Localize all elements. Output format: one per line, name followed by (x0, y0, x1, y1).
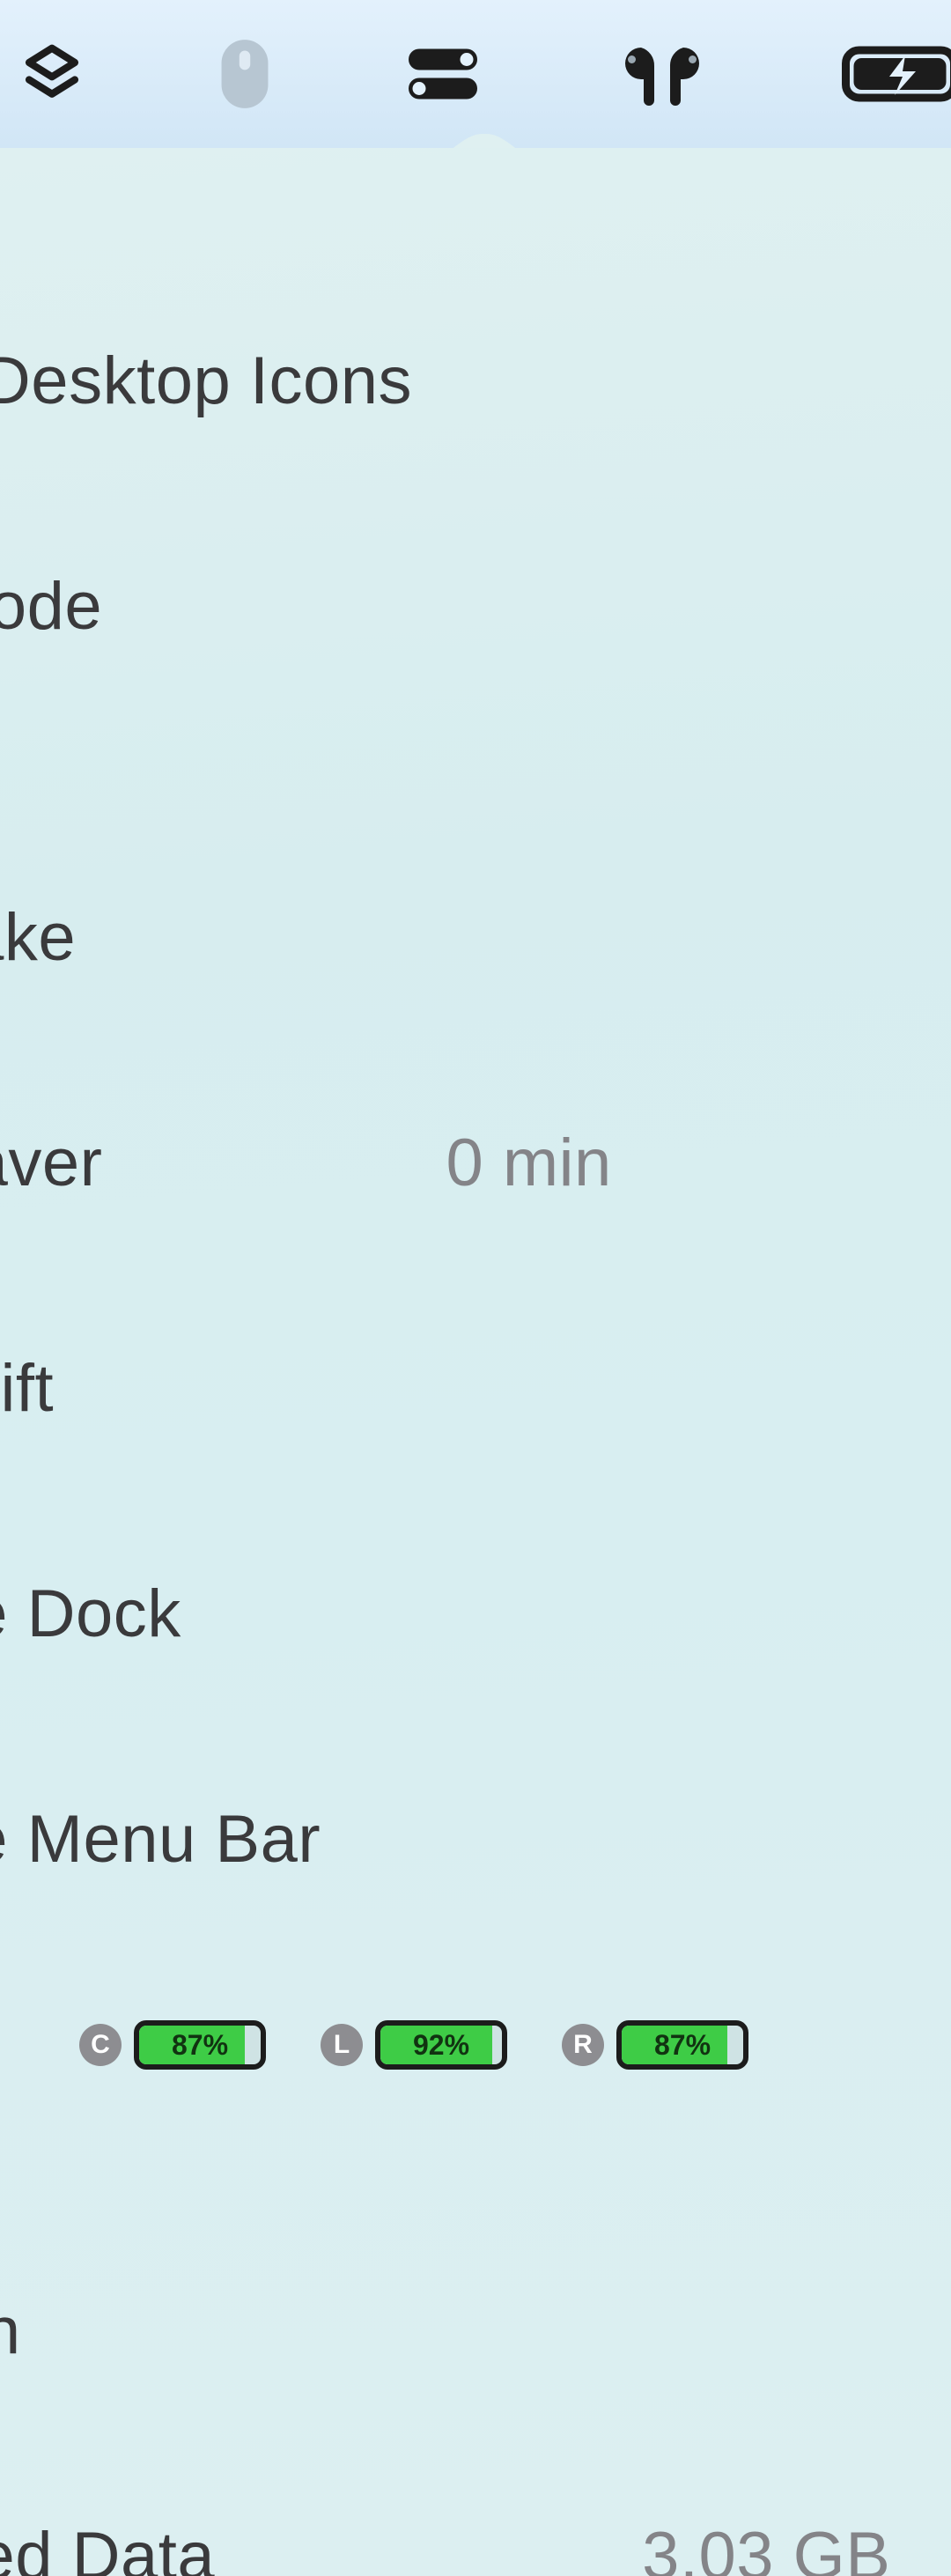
toggle-pair-icon[interactable] (403, 42, 483, 106)
menu-item-hide-dock[interactable]: Autohide Dock (0, 1557, 951, 1670)
airpods-battery-row: C 87% L 92% R 87% (0, 2019, 951, 2071)
menu-item-keep-awake[interactable]: Keep Awake (0, 881, 951, 993)
menu-item-value: 3.03 GB (642, 2518, 890, 2576)
battery-pill: 87% (616, 2020, 748, 2070)
menu-item-screen-saver[interactable]: Screen Saver 0 min (0, 1106, 951, 1219)
menu-item-bluetooth[interactable]: Bluetooth (0, 2274, 951, 2387)
menu-item-label: Hide Desktop Icons (0, 343, 412, 419)
menu-item-dark-mode[interactable]: Dark Mode (0, 550, 951, 662)
menu-item-label: Keep Awake (0, 899, 76, 976)
menu-item-value: 0 min (446, 1125, 611, 1201)
battery-label-right: R (562, 2024, 604, 2066)
airpods-case-battery: C 87% (79, 2020, 266, 2070)
battery-label-case: C (79, 2024, 122, 2066)
menu-item-night-shift[interactable]: Night Shift (0, 1332, 951, 1444)
menu-item-label: Bluetooth (0, 2292, 21, 2369)
menu-item-label: Xcode Derived Data (0, 2518, 215, 2576)
battery-percent: 87% (139, 2026, 261, 2064)
battery-charging-icon[interactable] (842, 42, 951, 106)
menu-item-label: Screen Saver (0, 1125, 102, 1201)
airpods-right-battery: R 87% (562, 2020, 748, 2070)
menu-item-label: Autohide Dock (0, 1576, 181, 1652)
menu-item-derived-data[interactable]: Xcode Derived Data 3.03 GB (0, 2499, 951, 2576)
menu-item-label: Night Shift (0, 1350, 54, 1427)
battery-pill: 92% (375, 2020, 507, 2070)
menu-bar (0, 0, 951, 148)
battery-percent: 92% (380, 2026, 502, 2064)
menu-item-hide-menubar[interactable]: Autohide Menu Bar (0, 1783, 951, 1895)
battery-label-left: L (321, 2024, 363, 2066)
airpods-left-battery: L 92% (321, 2020, 507, 2070)
menu-item-label: Dark Mode (0, 568, 102, 645)
battery-percent: 87% (622, 2026, 743, 2064)
menu-separator (0, 775, 951, 881)
layers-icon[interactable] (18, 40, 86, 108)
dropdown-panel: Hide Desktop Icons Dark Mode Keep Awake … (0, 148, 951, 2576)
airpods-icon[interactable] (615, 40, 710, 108)
mouse-icon[interactable] (218, 37, 271, 111)
battery-pill: 87% (134, 2020, 266, 2070)
menu-item-label: Autohide Menu Bar (0, 1801, 321, 1878)
menu-item-desktop-icons[interactable]: Hide Desktop Icons (0, 324, 951, 437)
